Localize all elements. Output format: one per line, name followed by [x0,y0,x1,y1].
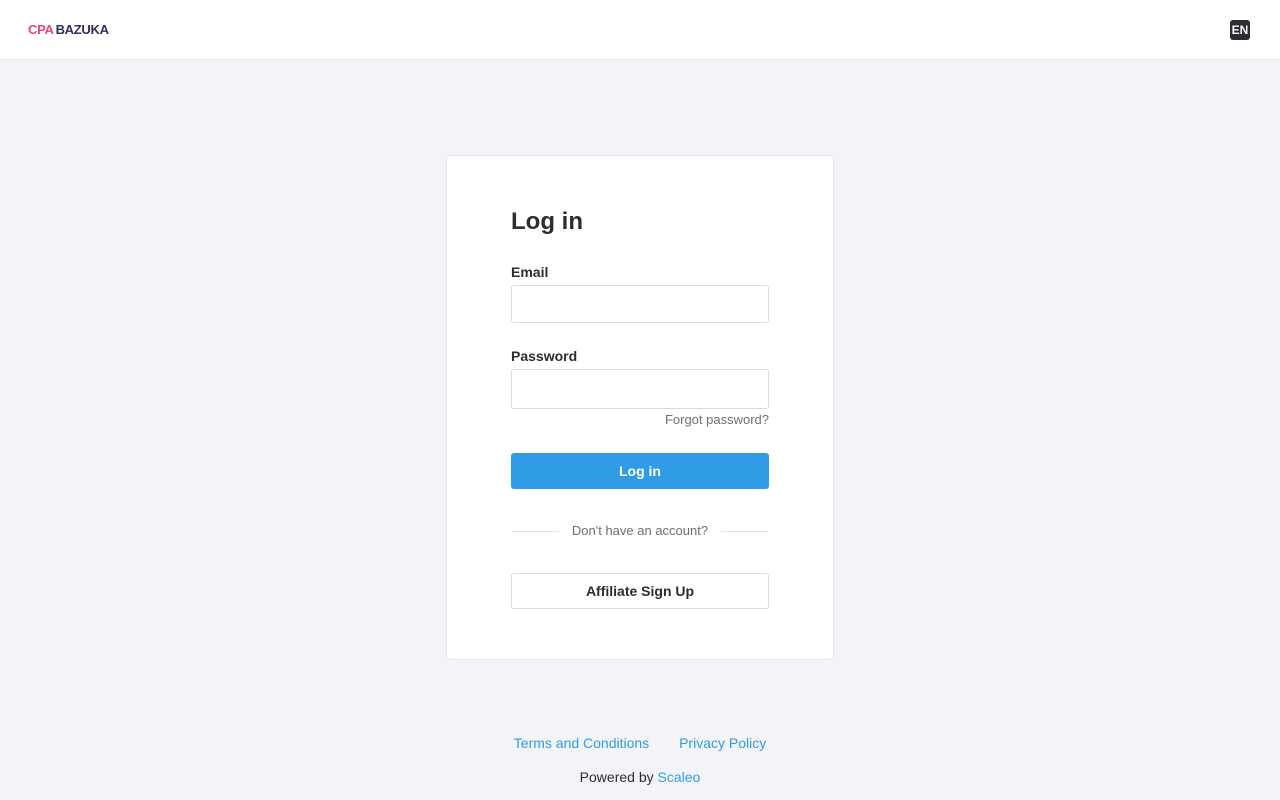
powered-by: Powered by Scaleo [0,769,1280,785]
page-title: Log in [511,208,583,235]
logo-part-cpa: CPA [28,22,54,37]
divider-line-right [721,531,769,532]
login-card: Log in Email Password Forgot password? L… [446,155,834,660]
login-button[interactable]: Log in [511,453,769,489]
forgot-password-link[interactable]: Forgot password? [511,412,769,427]
language-selector[interactable]: EN [1230,20,1250,40]
signup-divider: Don't have an account? [511,522,769,542]
scaleo-link[interactable]: Scaleo [658,769,701,785]
logo-part-bazuka: BAZUKA [55,22,109,37]
terms-link[interactable]: Terms and Conditions [514,735,649,751]
affiliate-signup-button[interactable]: Affiliate Sign Up [511,573,769,609]
privacy-link[interactable]: Privacy Policy [679,735,766,751]
email-label: Email [511,264,549,280]
footer-links: Terms and Conditions Privacy Policy [0,735,1280,751]
brand-logo[interactable]: CPA BAZUKA [28,22,109,37]
powered-by-prefix: Powered by [579,769,654,785]
email-field[interactable] [511,285,769,323]
password-label: Password [511,348,578,364]
top-bar: CPA BAZUKA EN [0,0,1280,60]
password-field[interactable] [511,369,769,409]
